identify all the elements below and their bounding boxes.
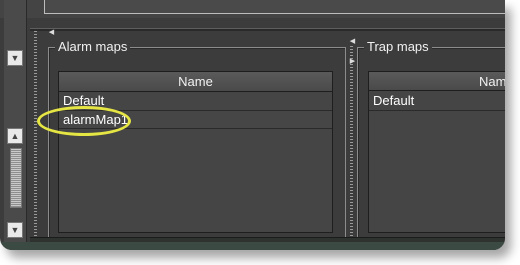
table-row[interactable]: Default xyxy=(369,92,505,111)
trap-maps-table: Name Default xyxy=(368,71,505,233)
bottom-edge xyxy=(0,242,505,250)
divider xyxy=(30,28,505,31)
scroll-down-button[interactable]: ▼ xyxy=(7,50,23,66)
table-row[interactable]: alarmMap1 xyxy=(59,110,332,129)
separator xyxy=(34,30,37,242)
alarm-maps-title: Alarm maps xyxy=(55,39,131,55)
splitter-arrow-icon[interactable]: ◀ xyxy=(349,38,356,45)
splitter-arrow-icon[interactable]: ▶ xyxy=(349,58,356,65)
row-label: Default xyxy=(373,93,415,108)
splitter[interactable] xyxy=(350,46,353,242)
alarm-maps-table: Name Default alarmMap1 xyxy=(58,71,333,233)
name-column-header[interactable]: Name xyxy=(59,72,332,92)
trap-maps-title: Trap maps xyxy=(364,39,432,55)
top-panel xyxy=(44,0,505,14)
scroll-down-button-bottom[interactable]: ▼ xyxy=(7,222,23,238)
scroll-thumb[interactable] xyxy=(10,148,22,208)
row-label: Default xyxy=(63,93,105,108)
row-label: alarmMap1 xyxy=(63,112,129,127)
chevron-up-icon: ▲ xyxy=(10,130,20,141)
scroll-up-button[interactable]: ▲ xyxy=(7,128,23,144)
splitter-arrow-icon[interactable]: ◀ xyxy=(48,29,55,36)
chevron-down-icon: ▼ xyxy=(10,224,20,235)
app-window: ▼ ▲ ▼ ◀ ◀ ▶ Alarm maps Name Default alar… xyxy=(0,0,505,250)
vertical-scrollbar[interactable]: ▼ ▲ ▼ xyxy=(4,0,27,242)
chevron-down-icon: ▼ xyxy=(10,52,20,63)
table-row[interactable]: Default xyxy=(59,92,332,111)
name-column-header[interactable]: Name xyxy=(369,72,505,91)
